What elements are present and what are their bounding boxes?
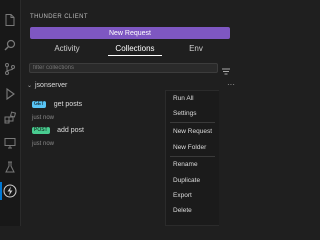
filter-collections-input[interactable] [29, 63, 218, 73]
request-name: get posts [53, 101, 83, 109]
menu-item-export[interactable]: Export [173, 192, 192, 199]
menu-item-duplicate[interactable]: Duplicate [173, 177, 200, 184]
search-icon[interactable] [3, 38, 17, 52]
context-menu: Run All Settings New Request New Folder … [165, 90, 219, 226]
testing-icon[interactable] [3, 160, 17, 174]
new-request-button[interactable]: New Request [30, 27, 230, 39]
menu-item-run-all[interactable]: Run All [173, 95, 194, 102]
menu-separator [170, 122, 215, 123]
collection-item[interactable]: ⌄ jsonserver ··· [27, 80, 235, 90]
menu-item-new-request[interactable]: New Request [173, 128, 212, 135]
extensions-icon[interactable] [3, 111, 17, 125]
menu-item-delete[interactable]: Delete [173, 207, 192, 214]
tab-bar: Activity Collections Env [21, 42, 240, 56]
panel-title: THUNDER CLIENT [30, 14, 88, 20]
request-item[interactable]: GET get posts just now [32, 96, 152, 121]
source-control-icon[interactable] [3, 62, 17, 76]
chevron-down-icon[interactable]: ⌄ [27, 82, 35, 89]
menu-separator [170, 156, 215, 157]
menu-item-new-folder[interactable]: New Folder [173, 144, 206, 151]
request-timestamp: just now [32, 141, 55, 147]
run-debug-icon[interactable] [3, 87, 17, 101]
tab-env[interactable]: Env [180, 42, 212, 55]
menu-item-settings[interactable]: Settings [173, 110, 197, 117]
collection-name: jsonserver [35, 81, 68, 89]
thunder-client-icon[interactable] [0, 182, 17, 200]
method-badge: POST [32, 127, 50, 135]
remote-explorer-icon[interactable] [3, 136, 17, 150]
more-actions-icon[interactable]: ··· [227, 80, 235, 89]
request-item[interactable]: POST add post just now [32, 122, 152, 147]
files-icon[interactable] [3, 13, 17, 27]
tab-collections[interactable]: Collections [108, 42, 162, 56]
menu-item-rename[interactable]: Rename [173, 161, 198, 168]
tab-activity[interactable]: Activity [44, 42, 90, 55]
request-name: add post [57, 127, 84, 135]
request-timestamp: just now [32, 115, 55, 121]
method-badge: GET [32, 101, 47, 109]
activity-bar [0, 0, 21, 226]
filter-menu-icon[interactable] [221, 63, 231, 75]
